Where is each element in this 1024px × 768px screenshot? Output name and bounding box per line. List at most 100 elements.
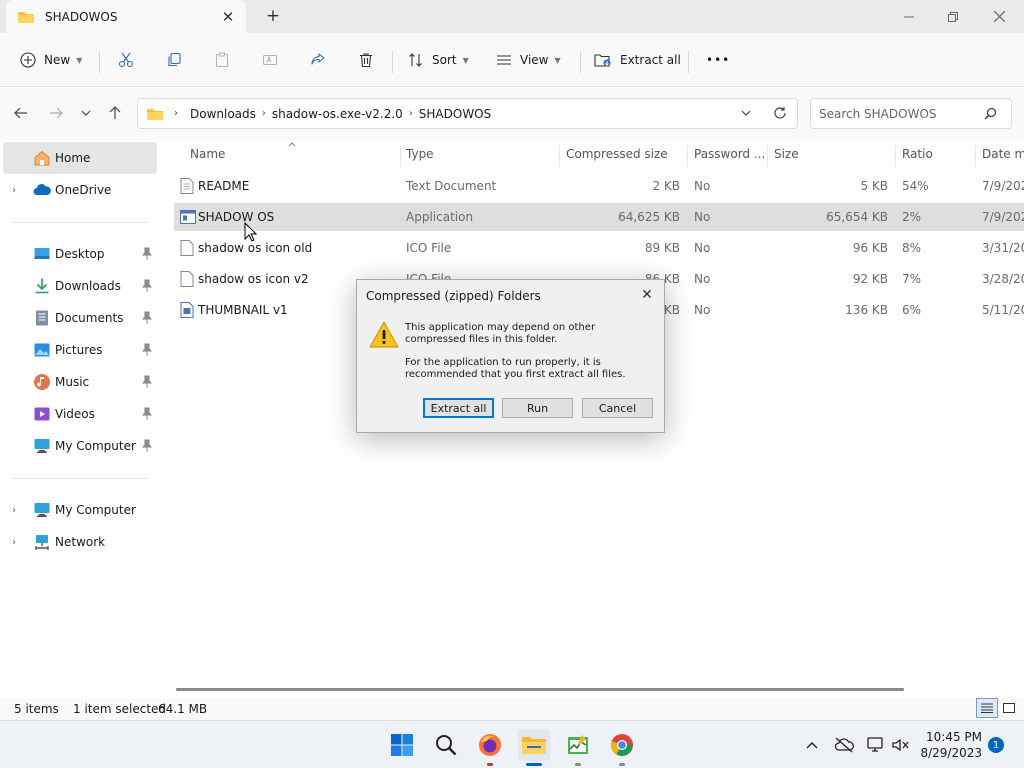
sidebar-item-documents[interactable]: Documents	[3, 302, 157, 334]
sidebar-item-network[interactable]: › Network	[3, 526, 157, 558]
file-size: 96 KB	[852, 241, 888, 255]
forward-button[interactable]	[45, 102, 67, 124]
recent-locations-button[interactable]	[75, 102, 97, 124]
expand-chevron-icon[interactable]: ›	[12, 537, 16, 548]
column-divider[interactable]	[687, 145, 688, 167]
table-row[interactable]: README Text Document 2 KB No 5 KB 54% 7/…	[174, 172, 1024, 200]
sidebar-item-my-computer[interactable]: › My Computer	[3, 494, 157, 526]
more-options-button[interactable]: •••	[698, 44, 738, 76]
column-header-date-modified[interactable]: Date mo	[982, 147, 1024, 161]
sidebar-item-pictures[interactable]: Pictures	[3, 334, 157, 366]
running-indicator	[575, 763, 581, 766]
column-divider[interactable]	[895, 145, 896, 167]
share-button[interactable]	[302, 44, 334, 76]
extract-all-dialog-button[interactable]: Extract all	[423, 398, 494, 418]
table-row[interactable]: shadow os icon old ICO File 89 KB No 96 …	[174, 234, 1024, 262]
delete-button[interactable]	[350, 44, 382, 76]
paste-icon	[215, 52, 229, 68]
onedrive-tray-button[interactable]	[834, 735, 854, 755]
explorer-tab[interactable]: SHADOWOS ✕	[6, 0, 246, 33]
file-date: 7/9/2023	[982, 210, 1024, 224]
expand-chevron-icon[interactable]: ›	[12, 185, 16, 196]
cancel-button[interactable]: Cancel	[582, 398, 653, 418]
sidebar-item-music[interactable]: Music	[3, 366, 157, 398]
show-hidden-icons-button[interactable]	[802, 735, 822, 755]
selection-count: 1 item selected	[73, 702, 167, 716]
back-button[interactable]	[10, 102, 32, 124]
divider	[580, 51, 581, 73]
clock[interactable]: 10:45 PM 8/29/2023	[918, 729, 982, 761]
search-input[interactable]: Search SHADOWOS	[810, 98, 1012, 129]
breadcrumb-shadowos[interactable]: SHADOWOS	[419, 107, 491, 121]
sidebar-item-home[interactable]: Home	[3, 142, 157, 174]
sidebar-item-my-computer-pinned[interactable]: My Computer	[3, 430, 157, 462]
tab-close-button[interactable]: ✕	[218, 7, 238, 27]
table-row-selected[interactable]: SHADOW OS Application 64,625 KB No 65,65…	[174, 203, 1024, 231]
chrome-taskbar-button[interactable]	[606, 729, 638, 766]
sidebar-item-label: Music	[55, 375, 90, 389]
sidebar-item-downloads[interactable]: Downloads	[3, 270, 157, 302]
volume-muted-icon	[892, 738, 909, 752]
column-header-compressed-size[interactable]: Compressed size	[566, 147, 668, 161]
extract-all-button[interactable]: Extract all	[586, 44, 689, 76]
sidebar-item-desktop[interactable]: Desktop	[3, 238, 157, 270]
new-button[interactable]: New ▼	[12, 44, 90, 76]
search-taskbar-button[interactable]	[430, 729, 462, 761]
sidebar-item-label: My Computer	[55, 503, 136, 517]
address-history-dropdown[interactable]	[741, 110, 751, 116]
start-button[interactable]	[386, 729, 418, 761]
volume-tray-button[interactable]	[890, 735, 910, 755]
maximize-button[interactable]	[930, 0, 976, 33]
display-tray-button[interactable]	[866, 735, 886, 755]
minimize-button[interactable]	[886, 0, 932, 33]
close-window-button[interactable]	[976, 0, 1022, 33]
column-divider[interactable]	[400, 145, 401, 167]
file-ratio: 2%	[902, 210, 922, 224]
column-header-type[interactable]: Type	[406, 147, 434, 161]
sidebar-item-label: Network	[55, 535, 106, 549]
breadcrumb-shadow-os-exe[interactable]: shadow-os.exe-v2.2.0	[272, 107, 403, 121]
task-manager-taskbar-button[interactable]	[562, 729, 594, 766]
sidebar-item-videos[interactable]: Videos	[3, 398, 157, 430]
up-button[interactable]	[104, 102, 126, 124]
breadcrumb-downloads[interactable]: Downloads	[190, 107, 256, 121]
column-header-size[interactable]: Size	[774, 147, 799, 161]
address-bar[interactable]: › Downloads › shadow-os.exe-v2.2.0 › SHA…	[137, 98, 798, 129]
sidebar-item-label: Pictures	[55, 343, 103, 357]
column-header-password[interactable]: Password ...	[694, 147, 765, 161]
file-explorer-taskbar-button[interactable]	[518, 729, 550, 766]
file-compressed-size: 64,625 KB	[618, 210, 680, 224]
file-ratio: 7%	[902, 272, 922, 286]
details-view-button[interactable]	[976, 698, 998, 718]
new-tab-button[interactable]: +	[263, 6, 283, 26]
tiles-view-button[interactable]	[998, 698, 1020, 718]
column-divider[interactable]	[559, 145, 560, 167]
chrome-icon	[610, 734, 633, 756]
run-button[interactable]: Run	[502, 398, 573, 418]
refresh-button[interactable]	[773, 106, 787, 120]
rename-button[interactable]	[254, 44, 286, 76]
copy-button[interactable]	[158, 44, 190, 76]
file-name: THUMBNAIL v1	[198, 303, 288, 317]
restore-icon	[948, 11, 958, 22]
trash-icon	[360, 53, 372, 68]
computer-icon	[34, 503, 50, 517]
view-label: View	[520, 53, 549, 67]
column-header-ratio[interactable]: Ratio	[902, 147, 933, 161]
paste-button[interactable]	[206, 44, 238, 76]
file-size: 136 KB	[845, 303, 888, 317]
column-divider[interactable]	[767, 145, 768, 167]
sidebar-item-onedrive[interactable]: › OneDrive	[3, 174, 157, 206]
column-divider[interactable]	[975, 145, 976, 167]
cut-button[interactable]	[110, 44, 142, 76]
view-button[interactable]: View ▼	[488, 44, 569, 76]
horizontal-scrollbar[interactable]	[176, 688, 904, 691]
notification-badge[interactable]: 1	[988, 737, 1004, 753]
column-header-name[interactable]: Name	[190, 147, 225, 161]
text-file-icon	[180, 178, 194, 194]
expand-chevron-icon[interactable]: ›	[12, 505, 16, 516]
download-icon	[35, 278, 49, 294]
dialog-close-button[interactable]: ✕	[636, 285, 658, 305]
sort-button[interactable]: Sort ▼	[400, 44, 477, 76]
firefox-taskbar-button[interactable]	[474, 729, 506, 766]
